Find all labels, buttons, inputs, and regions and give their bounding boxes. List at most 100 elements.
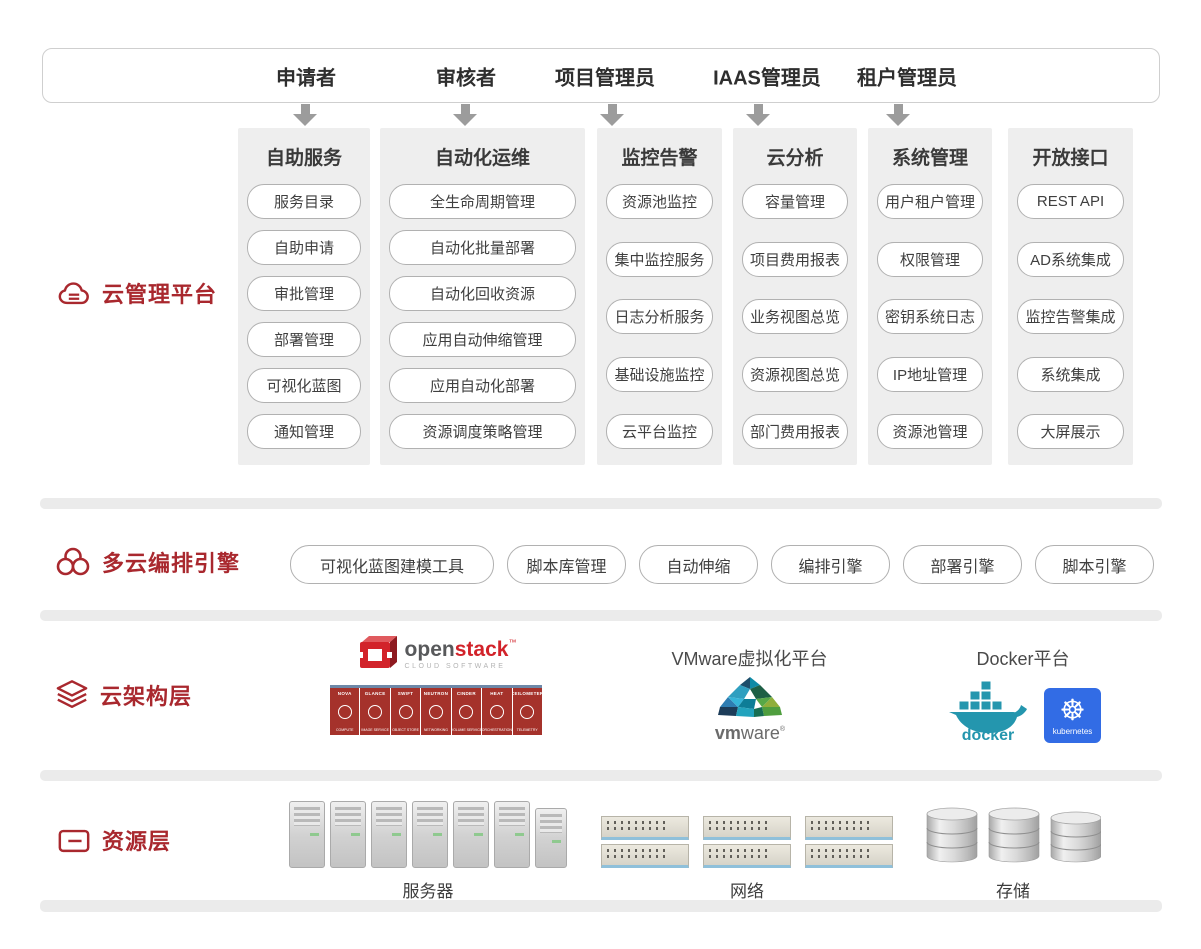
openstack-wordmark-stack: stack [455, 638, 509, 661]
openstack-service-tile: NEUTRON NETWORKING [421, 688, 450, 735]
section-divider [40, 498, 1162, 509]
architecture-title: 云架构层 [100, 679, 192, 711]
section-divider [40, 610, 1162, 621]
column-title: 监控告警 [597, 143, 722, 170]
service-glyph-icon [459, 705, 473, 719]
service-glyph-icon [520, 705, 534, 719]
svg-text:vmware®: vmware® [714, 723, 785, 743]
trademark: ™ [508, 638, 516, 647]
docker-group: Docker平台 docker ☸ kubernetes [928, 645, 1118, 743]
openstack-tagline: CLOUD SOFTWARE [405, 663, 517, 670]
down-arrow-icon [293, 104, 317, 126]
role-reviewer: 审核者 [436, 61, 496, 90]
server-icon [330, 801, 366, 868]
vmware-logo: vmware® [702, 673, 798, 747]
network-label: 网络 [604, 877, 890, 902]
kubernetes-wheel-icon: ☸ [1060, 696, 1086, 727]
architecture-diagram: 申请者 审核者 项目管理员 IAAS管理员 租户管理员 云管理平台 自助服务 服… [0, 0, 1201, 949]
feature-pill: 应用自动化部署 [389, 368, 576, 403]
network-group: 网络 [604, 800, 890, 902]
section-divider [40, 770, 1162, 781]
down-arrow-icon [886, 104, 910, 126]
cloud-platform-title: 云管理平台 [102, 277, 217, 309]
orchestration-buttons: 可视化蓝图建模工具 脚本库管理 自动伸缩 编排引擎 部署引擎 脚本引擎 [290, 545, 1154, 584]
column-cloud-analytics: 云分析 容量管理 项目费用报表 业务视图总览 资源视图总览 部门费用报表 [733, 128, 857, 465]
openstack-service-tile: HEAT ORCHESTRATION [482, 688, 511, 735]
feature-pill: 项目费用报表 [742, 242, 848, 277]
column-title: 自动化运维 [380, 143, 585, 170]
feature-pill: 容量管理 [742, 184, 848, 219]
feature-pill: 云平台监控 [606, 414, 713, 449]
openstack-services-strip: NOVA COMPUTE GLANCE IMAGE SERVICE SWIFT … [330, 685, 542, 735]
feature-pill: 用户租户管理 [877, 184, 983, 219]
openstack-wordmark-open: open [405, 638, 455, 661]
openstack-service-tile: CEILOMETER TELEMETRY [513, 688, 542, 735]
feature-pill: 资源视图总览 [742, 357, 848, 392]
resources-title: 资源层 [102, 824, 171, 856]
switch-icon [601, 816, 689, 868]
feature-pill: 部门费用报表 [742, 414, 848, 449]
feature-pill: AD系统集成 [1017, 242, 1124, 277]
feature-pill: 权限管理 [877, 242, 983, 277]
column-open-api: 开放接口 REST API AD系统集成 监控告警集成 系统集成 大屏展示 [1008, 128, 1133, 465]
vmware-platform-title: VMware虚拟化平台 [642, 645, 857, 671]
server-icon [412, 801, 448, 868]
openstack-cube-icon [356, 634, 398, 674]
feature-pill: 监控告警集成 [1017, 299, 1124, 334]
kubernetes-logo: ☸ kubernetes [1044, 688, 1101, 743]
openstack-service-tile: CINDER VOLUME SERVICE [452, 688, 481, 735]
orchestration-label: 多云编排引擎 [55, 546, 240, 578]
feature-pill: 全生命周期管理 [389, 184, 576, 219]
feature-pill: 日志分析服务 [606, 299, 713, 334]
resources-label: 资源层 [57, 824, 171, 856]
orchestration-pill: 编排引擎 [771, 545, 890, 584]
cloud-mgmt-icon [57, 279, 91, 307]
role-applicant: 申请者 [276, 61, 336, 90]
feature-pill: 系统集成 [1017, 357, 1124, 392]
layers-icon [55, 678, 89, 711]
service-glyph-icon [429, 705, 443, 719]
feature-pill: 通知管理 [247, 414, 361, 449]
feature-pill: 大屏展示 [1017, 414, 1124, 449]
column-self-service: 自助服务 服务目录 自助申请 审批管理 部署管理 可视化蓝图 通知管理 [238, 128, 370, 465]
server-icons [289, 801, 567, 868]
feature-pill: 可视化蓝图 [247, 368, 361, 403]
svg-text:docker: docker [962, 727, 1014, 743]
down-arrow-icon [600, 104, 624, 126]
down-arrow-icon [453, 104, 477, 126]
role-tenant-admin: 租户管理员 [857, 61, 957, 90]
column-system-mgmt: 系统管理 用户租户管理 权限管理 密钥系统日志 IP地址管理 资源池管理 [868, 128, 992, 465]
switch-icon [703, 816, 791, 868]
cloud-platform-label: 云管理平台 [57, 277, 217, 309]
service-glyph-icon [338, 705, 352, 719]
role-project-admin: 项目管理员 [555, 61, 655, 90]
openstack-service-tile: NOVA COMPUTE [330, 688, 359, 735]
openstack-group: openstack™ CLOUD SOFTWARE NOVA COMPUTE G… [330, 634, 542, 735]
down-arrow-icon [746, 104, 770, 126]
network-icons [601, 816, 893, 868]
openstack-service-tile: GLANCE IMAGE SERVICE [360, 688, 389, 735]
server-icon [289, 801, 325, 868]
feature-pill: 自动化批量部署 [389, 230, 576, 265]
column-title: 云分析 [733, 143, 857, 170]
feature-pill: 基础设施监控 [606, 357, 713, 392]
architecture-label: 云架构层 [55, 678, 192, 711]
orchestration-title: 多云编排引擎 [102, 546, 240, 578]
openstack-service-tile: SWIFT OBJECT STORE [391, 688, 420, 735]
feature-pill: 自动化回收资源 [389, 276, 576, 311]
feature-pill: 应用自动伸缩管理 [389, 322, 576, 357]
storage-group: 存储 [925, 800, 1101, 902]
service-glyph-icon [490, 705, 504, 719]
servers-group: 服务器 [294, 800, 562, 902]
service-glyph-icon [399, 705, 413, 719]
docker-logo: docker [945, 677, 1031, 743]
feature-pill: IP地址管理 [877, 357, 983, 392]
feature-pill: 集中监控服务 [606, 242, 713, 277]
feature-pill: 业务视图总览 [742, 299, 848, 334]
column-monitoring: 监控告警 资源池监控 集中监控服务 日志分析服务 基础设施监控 云平台监控 [597, 128, 722, 465]
storage-label: 存储 [925, 877, 1101, 902]
vmware-group: VMware虚拟化平台 vmware® [642, 645, 857, 752]
roles-bar: 申请者 审核者 项目管理员 IAAS管理员 租户管理员 [42, 48, 1160, 103]
resource-card-icon [57, 826, 91, 855]
switch-icon [805, 816, 893, 868]
